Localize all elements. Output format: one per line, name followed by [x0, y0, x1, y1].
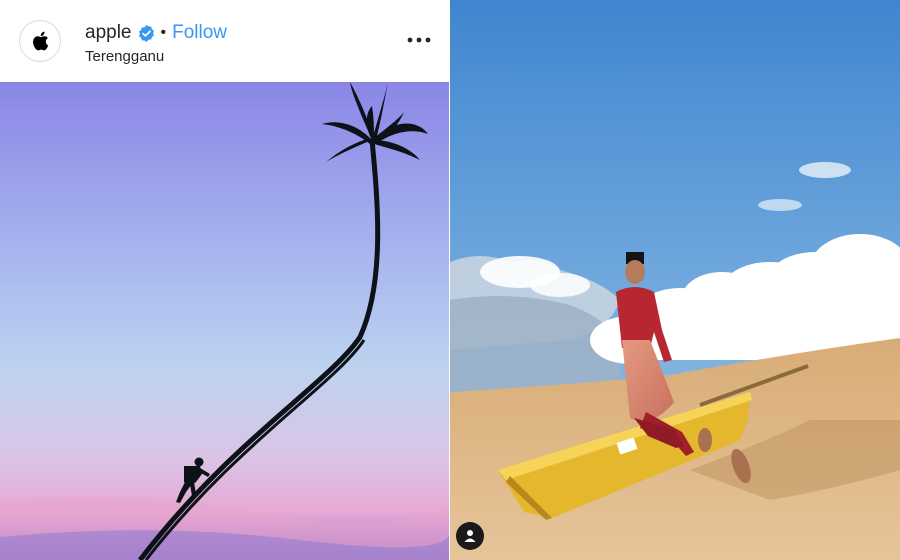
apple-logo-icon: [33, 31, 49, 51]
person-icon: [464, 530, 476, 542]
post-location[interactable]: Terengganu: [85, 48, 164, 65]
post-photo-beach-boat: [450, 0, 900, 560]
username-row: apple • Follow: [85, 22, 227, 44]
left-post: apple • Follow Terengganu: [0, 0, 450, 560]
separator-dot: •: [160, 24, 167, 41]
username[interactable]: apple: [85, 22, 132, 44]
post-header: apple • Follow Terengganu: [0, 0, 450, 82]
profile-avatar[interactable]: [19, 20, 61, 62]
more-options-icon[interactable]: [406, 32, 432, 48]
follow-button[interactable]: Follow: [172, 22, 227, 44]
user-tag-icon[interactable]: [456, 522, 484, 550]
verified-badge-icon: [138, 24, 154, 42]
post-photo-palm-tree: [0, 82, 450, 560]
